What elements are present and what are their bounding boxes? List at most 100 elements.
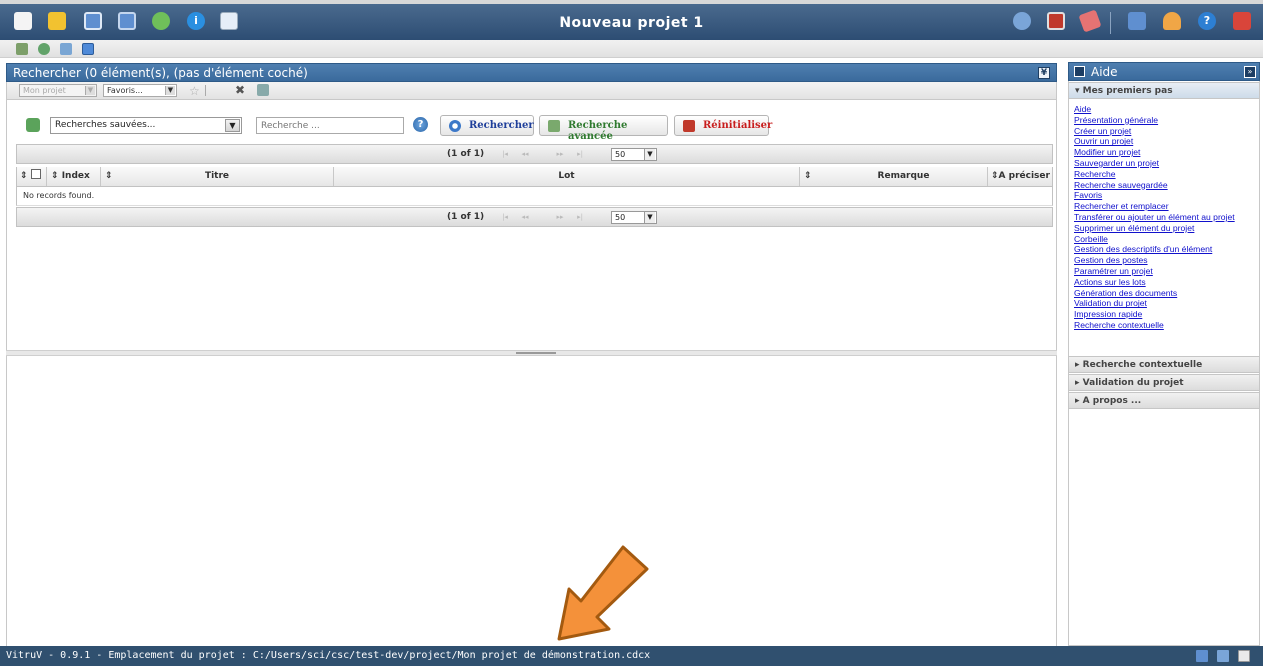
help-link[interactable]: Gestion des descriptifs d'un élément <box>1074 244 1258 255</box>
next-page-icon[interactable]: ▸▸ <box>552 212 568 223</box>
advanced-search-button[interactable]: Recherche avancée <box>539 115 668 142</box>
pager-info: (1 of 1) <box>447 149 485 159</box>
help-link[interactable]: Recherche sauvegardée <box>1074 180 1258 191</box>
split-view-icon[interactable] <box>1217 650 1229 662</box>
help-link[interactable]: Gestion des postes <box>1074 255 1258 266</box>
delete-icon[interactable]: ✖ <box>235 83 245 97</box>
star-icon[interactable]: ☆ <box>189 84 200 98</box>
column-header-remarque[interactable]: ⇕ Remarque <box>800 167 988 186</box>
secondary-toolbar <box>0 40 1263 58</box>
accordion-recherche-contextuelle[interactable]: ▸ Recherche contextuelle <box>1068 356 1260 373</box>
saved-search-icon[interactable] <box>26 118 40 132</box>
search-button[interactable]: Rechercher <box>440 115 534 136</box>
accordion-a-propos[interactable]: ▸ A propos ... <box>1068 392 1260 409</box>
project-select[interactable]: Mon projet ▼ <box>19 84 97 97</box>
advanced-search-icon <box>548 120 560 132</box>
reset-button[interactable]: Réinitialiser <box>674 115 773 136</box>
favorites-select[interactable]: Favoris... ▼ <box>103 84 177 97</box>
help-link[interactable]: Actions sur les lots <box>1074 277 1258 288</box>
help-link[interactable]: Paramétrer un projet <box>1074 266 1258 277</box>
home-icon[interactable] <box>1013 12 1031 30</box>
search-help-icon[interactable]: ? <box>413 117 428 132</box>
help-link[interactable]: Rechercher et remplacer <box>1074 201 1258 212</box>
column-header-a-preciser[interactable]: ⇕A préciser <box>988 167 1052 186</box>
save-icon[interactable] <box>84 12 102 30</box>
help-link[interactable]: Présentation générale <box>1074 115 1258 126</box>
first-page-icon[interactable]: |◂ <box>497 212 513 223</box>
saved-searches-select[interactable]: Recherches sauvées... ▼ <box>50 117 242 134</box>
page-size-select[interactable]: 50 ▼ <box>611 148 657 161</box>
window-switch-icon[interactable] <box>1047 12 1065 30</box>
chevron-down-icon: ▼ <box>165 86 175 95</box>
help-link[interactable]: Impression rapide <box>1074 309 1258 320</box>
first-page-icon[interactable]: |◂ <box>497 149 513 160</box>
refresh-icon[interactable] <box>16 43 28 55</box>
help-link[interactable]: Modifier un projet <box>1074 147 1258 158</box>
toolbar-separator <box>1110 12 1111 34</box>
help-links-list: Aide Présentation générale Créer un proj… <box>1074 104 1258 331</box>
splitter-handle[interactable] <box>516 352 556 354</box>
save-as-icon[interactable] <box>118 12 136 30</box>
open-folder-icon[interactable] <box>48 12 66 30</box>
settings-doc-icon[interactable] <box>220 12 238 30</box>
last-page-icon[interactable]: ▸| <box>572 149 588 160</box>
column-header-titre[interactable]: ⇕ Titre <box>101 167 334 186</box>
help-link[interactable]: Recherche <box>1074 169 1258 180</box>
help-link[interactable]: Validation du projet <box>1074 298 1258 309</box>
console-icon[interactable] <box>1238 650 1250 662</box>
reset-button-label: Réinitialiser <box>703 120 773 131</box>
column-header-index[interactable]: ⇕ Index <box>47 167 101 186</box>
search-subtoolbar: Mon projet ▼ Favoris... ▼ ☆ ✖ <box>6 82 1057 100</box>
select-all-checkbox[interactable] <box>30 169 41 179</box>
sort-icon: ⇕ <box>105 171 113 181</box>
accordion-mes-premiers-pas[interactable]: ▾ Mes premiers pas <box>1068 82 1260 99</box>
help-link[interactable]: Génération des documents <box>1074 288 1258 299</box>
help-link[interactable]: Créer un projet <box>1074 126 1258 137</box>
help-link[interactable]: Corbeille <box>1074 234 1258 245</box>
prev-page-icon[interactable]: ◂◂ <box>517 149 533 160</box>
tools-icon[interactable] <box>257 84 269 96</box>
search-button-label: Rechercher <box>469 120 534 131</box>
help-link[interactable]: Aide <box>1074 104 1258 115</box>
user-icon[interactable] <box>1163 12 1181 30</box>
exit-icon[interactable] <box>1233 12 1251 30</box>
annotation-arrow-icon <box>557 545 649 641</box>
help-link[interactable]: Transférer ou ajouter un élément au proj… <box>1074 212 1258 223</box>
table-pager-bottom: (1 of 1) |◂ ◂◂ ▸▸ ▸| 50 ▼ <box>16 207 1053 227</box>
collapse-panel-button[interactable]: ¥ <box>1038 67 1050 79</box>
info-icon[interactable]: i <box>187 12 205 30</box>
puzzle-icon[interactable] <box>1128 12 1146 30</box>
column-header-lot[interactable]: Lot <box>334 167 800 186</box>
filter-icon[interactable] <box>38 43 50 55</box>
help-icon[interactable]: ? <box>1198 12 1216 30</box>
next-page-icon[interactable]: ▸▸ <box>552 149 568 160</box>
main-toolbar: i Nouveau projet 1 ? <box>0 0 1263 40</box>
help-link[interactable]: Recherche contextuelle <box>1074 320 1258 331</box>
layout-icon[interactable] <box>1196 650 1208 662</box>
help-link[interactable]: Sauvegarder un projet <box>1074 158 1258 169</box>
accordion-label: A propos ... <box>1082 396 1142 406</box>
column-titre-label: Titre <box>204 171 230 181</box>
help-link[interactable]: Ouvrir un projet <box>1074 136 1258 147</box>
column-lot-label: Lot <box>558 171 575 181</box>
expand-panel-button[interactable]: » <box>1244 66 1256 78</box>
page-size-select[interactable]: 50 ▼ <box>611 211 657 224</box>
window-icon[interactable] <box>82 43 94 55</box>
help-link[interactable]: Favoris <box>1074 190 1258 201</box>
chevron-down-icon: ▼ <box>644 212 655 223</box>
subtoolbar-separator <box>205 85 206 96</box>
last-page-icon[interactable]: ▸| <box>572 212 588 223</box>
status-text: VitruV - 0.9.1 - Emplacement du projet :… <box>6 650 651 661</box>
chevron-down-icon: ▼ <box>644 149 655 160</box>
prev-page-icon[interactable]: ◂◂ <box>517 212 533 223</box>
select-all-column[interactable]: ⇕ <box>17 167 47 186</box>
help-link[interactable]: Supprimer un élément du projet <box>1074 223 1258 234</box>
eraser-icon[interactable] <box>1078 9 1102 33</box>
recycle-icon[interactable] <box>152 12 170 30</box>
magnifier-icon <box>449 120 461 132</box>
new-document-icon[interactable] <box>14 12 32 30</box>
copy-icon[interactable] <box>60 43 72 55</box>
saved-searches-value: Recherches sauvées... <box>55 120 156 130</box>
search-input[interactable] <box>256 117 404 134</box>
accordion-validation-du-projet[interactable]: ▸ Validation du projet <box>1068 374 1260 391</box>
